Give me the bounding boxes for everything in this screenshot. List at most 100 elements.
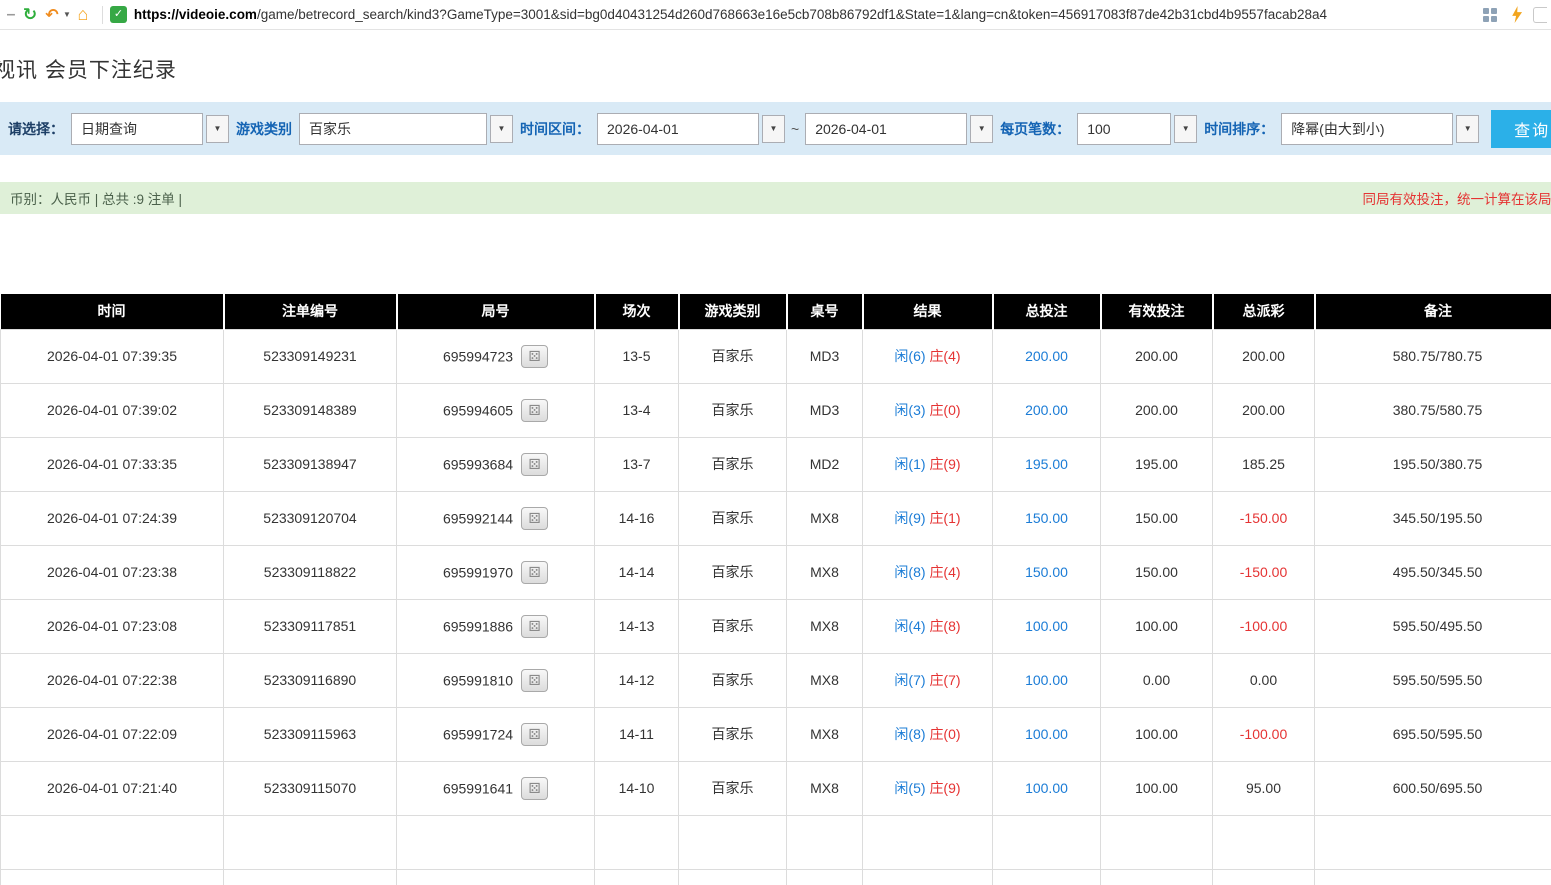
banker-result: 庄(0) bbox=[929, 726, 960, 742]
cell-round-id: 695991641⚄ bbox=[397, 761, 595, 815]
cell-valid-bet: 100.00 bbox=[1101, 599, 1213, 653]
player-result: 闲(7) bbox=[894, 672, 925, 688]
result-replay-icon[interactable]: ⚄ bbox=[521, 561, 548, 584]
result-replay-icon[interactable]: ⚄ bbox=[521, 723, 548, 746]
grand-total-empty bbox=[595, 869, 679, 885]
bet-row: 2026-04-01 07:33:35523309138947695993684… bbox=[1, 437, 1551, 491]
address-bar[interactable]: ✓ https://videoie.com/game/betrecord_sea… bbox=[110, 6, 1473, 23]
query-type-select[interactable]: 日期查询 ▼ bbox=[71, 113, 229, 145]
result-replay-icon[interactable]: ⚄ bbox=[521, 453, 548, 476]
result-replay-icon[interactable]: ⚄ bbox=[521, 615, 548, 638]
cell-bet-id: 523309149231 bbox=[224, 329, 397, 383]
apps-grid-icon[interactable] bbox=[1483, 8, 1497, 22]
sort-order-select[interactable]: 降幂(由大到小) ▼ bbox=[1281, 113, 1479, 145]
chevron-down-icon[interactable]: ▼ bbox=[762, 115, 785, 143]
total-bet-link[interactable]: 100.00 bbox=[1025, 726, 1068, 742]
cell-note: 195.50/380.75 bbox=[1315, 437, 1551, 491]
cell-round-id: 695992144⚄ bbox=[397, 491, 595, 545]
result-replay-icon[interactable]: ⚄ bbox=[521, 777, 548, 800]
total-bet-link[interactable]: 100.00 bbox=[1025, 672, 1068, 688]
home-icon[interactable]: ⌂ bbox=[71, 3, 95, 27]
banker-result: 庄(4) bbox=[929, 348, 960, 364]
cell-session: 13-7 bbox=[595, 437, 679, 491]
game-type-select[interactable]: 百家乐 ▼ bbox=[299, 113, 513, 145]
date-to-picker[interactable]: 2026-04-01 ▼ bbox=[805, 113, 993, 145]
cell-result: 闲(1) 庄(9) bbox=[863, 437, 993, 491]
refresh-icon[interactable]: ↻ bbox=[18, 3, 42, 27]
header-total-bet: 总投注 bbox=[993, 294, 1101, 329]
cell-round-id: 695991886⚄ bbox=[397, 599, 595, 653]
header-time: 时间 bbox=[1, 294, 224, 329]
table-footer: 小计 9 1295.00 1195.00 180.25 总计 9 bbox=[1, 815, 1551, 885]
cell-round-id: 695991810⚄ bbox=[397, 653, 595, 707]
cell-game-type: 百家乐 bbox=[679, 761, 787, 815]
cell-valid-bet: 0.00 bbox=[1101, 653, 1213, 707]
subtotal-payout: 180.25 bbox=[1213, 815, 1315, 869]
cell-game-type: 百家乐 bbox=[679, 329, 787, 383]
cell-time: 2026-04-01 07:33:35 bbox=[1, 437, 224, 491]
player-result: 闲(6) bbox=[894, 348, 925, 364]
chevron-down-icon[interactable]: ▼ bbox=[206, 115, 229, 143]
total-bet-link[interactable]: 100.00 bbox=[1025, 618, 1068, 634]
total-bet-link[interactable]: 200.00 bbox=[1025, 348, 1068, 364]
chevron-down-icon[interactable]: ▼ bbox=[970, 115, 993, 143]
bet-row: 2026-04-01 07:21:40523309115070695991641… bbox=[1, 761, 1551, 815]
subtotal-empty bbox=[863, 815, 993, 869]
header-session: 场次 bbox=[595, 294, 679, 329]
header-valid-bet: 有效投注 bbox=[1101, 294, 1213, 329]
cell-valid-bet: 100.00 bbox=[1101, 707, 1213, 761]
result-replay-icon[interactable]: ⚄ bbox=[521, 507, 548, 530]
cell-valid-bet: 200.00 bbox=[1101, 383, 1213, 437]
cell-round-id: 695994605⚄ bbox=[397, 383, 595, 437]
header-table-no: 桌号 bbox=[787, 294, 863, 329]
cell-session: 14-16 bbox=[595, 491, 679, 545]
grand-total-valid-bet: 1195.00 bbox=[1101, 869, 1213, 885]
page-size-select[interactable]: 100 ▼ bbox=[1077, 113, 1197, 145]
chevron-down-icon[interactable]: ▼ bbox=[490, 115, 513, 143]
bet-row: 2026-04-01 07:39:02523309148389695994605… bbox=[1, 383, 1551, 437]
cell-table-no: MX8 bbox=[787, 491, 863, 545]
header-bet-id: 注单编号 bbox=[224, 294, 397, 329]
cell-payout: -100.00 bbox=[1213, 707, 1315, 761]
total-bet-link[interactable]: 150.00 bbox=[1025, 564, 1068, 580]
chevron-down-icon[interactable]: ▼ bbox=[1174, 115, 1197, 143]
header-payout: 总派彩 bbox=[1213, 294, 1315, 329]
total-bet-link[interactable]: 100.00 bbox=[1025, 780, 1068, 796]
cell-time: 2026-04-01 07:39:35 bbox=[1, 329, 224, 383]
total-bet-link[interactable]: 200.00 bbox=[1025, 402, 1068, 418]
result-replay-icon[interactable]: ⚄ bbox=[521, 669, 548, 692]
query-type-label: 请选择： bbox=[8, 119, 64, 139]
undo-icon[interactable]: ↶ bbox=[42, 3, 62, 27]
url-text[interactable]: https://videoie.com/game/betrecord_searc… bbox=[134, 7, 1327, 22]
bet-row: 2026-04-01 07:22:09523309115963695991724… bbox=[1, 707, 1551, 761]
cell-table-no: MD2 bbox=[787, 437, 863, 491]
cell-game-type: 百家乐 bbox=[679, 491, 787, 545]
total-bet-link[interactable]: 195.00 bbox=[1025, 456, 1068, 472]
total-bet-link[interactable]: 150.00 bbox=[1025, 510, 1068, 526]
cell-payout: 95.00 bbox=[1213, 761, 1315, 815]
search-button[interactable]: 查询 bbox=[1491, 110, 1551, 148]
lightning-boost-icon[interactable] bbox=[1511, 6, 1523, 23]
cell-note: 595.50/595.50 bbox=[1315, 653, 1551, 707]
cell-table-no: MX8 bbox=[787, 761, 863, 815]
banker-result: 庄(4) bbox=[929, 564, 960, 580]
cell-result: 闲(6) 庄(4) bbox=[863, 329, 993, 383]
header-round-id: 局号 bbox=[397, 294, 595, 329]
cell-session: 14-11 bbox=[595, 707, 679, 761]
cell-bet-id: 523309117851 bbox=[224, 599, 397, 653]
url-domain: https://videoie.com bbox=[134, 7, 257, 22]
cell-round-id: 695991724⚄ bbox=[397, 707, 595, 761]
subtotal-count: 9 bbox=[224, 815, 397, 869]
player-result: 闲(8) bbox=[894, 564, 925, 580]
cell-game-type: 百家乐 bbox=[679, 437, 787, 491]
cell-bet-id: 523309115070 bbox=[224, 761, 397, 815]
date-from-picker[interactable]: 2026-04-01 ▼ bbox=[597, 113, 785, 145]
player-result: 闲(8) bbox=[894, 726, 925, 742]
page-title: 视讯 会员下注纪录 bbox=[0, 54, 1551, 84]
undo-dropdown-caret-icon[interactable]: ▼ bbox=[63, 10, 71, 19]
result-replay-icon[interactable]: ⚄ bbox=[521, 399, 548, 422]
result-replay-icon[interactable]: ⚄ bbox=[521, 345, 548, 368]
chevron-down-icon[interactable]: ▼ bbox=[1456, 115, 1479, 143]
bet-row: 2026-04-01 07:24:39523309120704695992144… bbox=[1, 491, 1551, 545]
banker-result: 庄(1) bbox=[929, 510, 960, 526]
